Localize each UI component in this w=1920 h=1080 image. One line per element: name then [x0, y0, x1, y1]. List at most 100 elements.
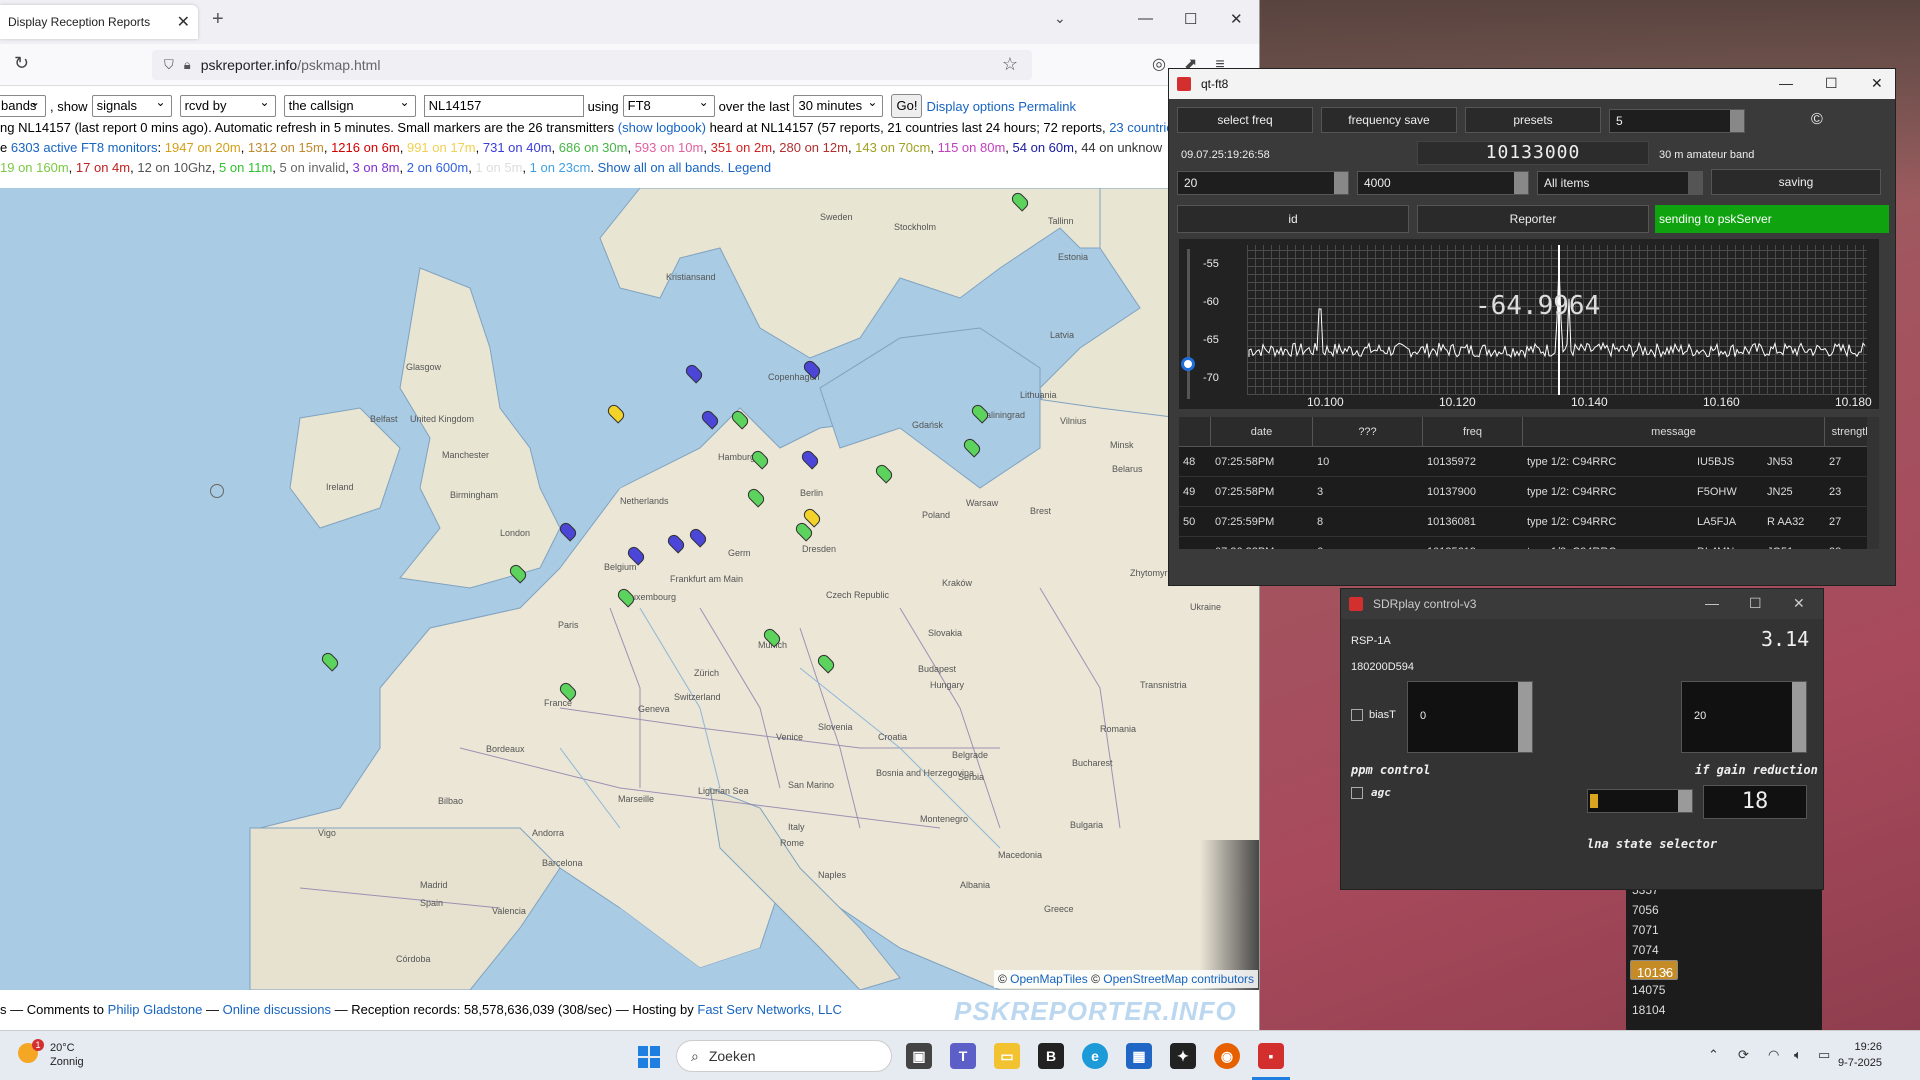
online-discussions-link[interactable]: Online discussions — [223, 1002, 331, 1017]
band-count-link[interactable]: 1216 on 6m — [331, 140, 400, 155]
agc-checkbox[interactable] — [1351, 787, 1363, 799]
start-icon[interactable] — [638, 1046, 660, 1068]
band-count-link[interactable]: 1 on 5m — [475, 160, 522, 175]
taskbar-search[interactable]: ⌕ Zoeken — [676, 1040, 892, 1072]
band-count-link[interactable]: 2 on 600m — [407, 160, 468, 175]
reporter-button[interactable]: Reporter — [1417, 205, 1649, 233]
clock[interactable]: 19:26 9-7-2025 — [1838, 1039, 1882, 1071]
battery-icon[interactable]: ▭ — [1818, 1047, 1830, 1063]
id-button[interactable]: id — [1177, 205, 1409, 233]
if-gain-slider-knob[interactable] — [1792, 682, 1806, 752]
band-count-link[interactable]: 5 on invalid — [280, 160, 346, 175]
band-count-link[interactable]: 991 on 17m — [407, 140, 476, 155]
close-icon[interactable]: ✕ — [1793, 595, 1805, 612]
chevron-up-icon[interactable]: ⌃ — [1708, 1047, 1719, 1063]
openstreetmap-link[interactable]: OpenStreetMap contributors — [1103, 972, 1254, 986]
band-count-link[interactable]: 1 on 23cm — [530, 160, 591, 175]
maximize-icon[interactable]: ☐ — [1825, 75, 1838, 92]
lna-slider[interactable] — [1587, 789, 1693, 813]
display-options-link[interactable]: Display options — [926, 99, 1014, 114]
tab-display-reception-reports[interactable]: Display Reception Reports ✕ — [0, 5, 198, 39]
list-item[interactable]: 7074 — [1626, 940, 1822, 960]
frequency-save-button[interactable]: frequency save — [1321, 107, 1457, 133]
qt-ft8-taskbar-icon[interactable]: ▪ — [1258, 1043, 1284, 1069]
bands-select[interactable]: bands — [0, 95, 46, 117]
close-icon[interactable]: ✕ — [1871, 75, 1883, 92]
file-explorer-icon[interactable]: ▭ — [994, 1043, 1020, 1069]
dropbox-icon[interactable]: ✦ — [1170, 1043, 1196, 1069]
legend-link[interactable]: Legend — [728, 160, 771, 175]
rcvd-select[interactable]: rcvd by — [179, 95, 276, 117]
lna-slider-knob[interactable] — [1678, 790, 1692, 812]
maximize-icon[interactable]: ☐ — [1184, 10, 1197, 28]
band-count-link[interactable]: 280 on 12m — [779, 140, 848, 155]
new-tab-icon[interactable]: + — [212, 8, 224, 31]
show-logbook-link[interactable]: (show logbook) — [618, 120, 706, 135]
band-count-link[interactable]: 593 on 10m — [635, 140, 704, 155]
wifi-icon[interactable]: ◠ — [1768, 1047, 1779, 1063]
period-select[interactable]: 30 minutes — [793, 95, 884, 117]
sync-icon[interactable]: ⟳ — [1738, 1047, 1749, 1063]
all-items-select[interactable]: All items — [1537, 171, 1703, 195]
permalink-link[interactable]: Permalink — [1018, 99, 1076, 114]
table-row[interactable]: 50 07:25:59PM 8 10136081 type 1/2: C94RRC LA5… — [1179, 507, 1879, 537]
band-count-link[interactable]: 12 on 10Ghz — [137, 160, 211, 175]
minimize-icon[interactable]: — — [1779, 75, 1793, 91]
header-freq[interactable]: freq — [1423, 417, 1523, 446]
saving-button[interactable]: saving — [1711, 169, 1881, 195]
reload-icon[interactable]: ↻ — [14, 53, 29, 74]
band-count-link[interactable]: 44 on unknow — [1081, 140, 1162, 155]
table-row[interactable]: 49 07:25:58PM 3 10137900 type 1/2: C94RRC F5O… — [1179, 477, 1879, 507]
field-4000[interactable]: 4000 — [1357, 171, 1529, 195]
field-20[interactable]: 20 — [1177, 171, 1349, 195]
band-count-link[interactable]: 1947 on 20m — [165, 140, 241, 155]
go-button[interactable]: Go! — [891, 94, 923, 118]
band-count-link[interactable]: 19 on 160m — [0, 160, 69, 175]
philip-gladstone-link[interactable]: Philip Gladstone — [108, 1002, 203, 1017]
address-bar[interactable]: ⛉ 🔒︎ pskreporter.info/pskmap.html ☆ — [152, 50, 1032, 80]
ppm-spinbox[interactable]: 0 — [1407, 681, 1533, 753]
hosting-link[interactable]: Fast Serv Networks, LLC — [697, 1002, 842, 1017]
table-row[interactable]: 48 07:25:58PM 10 10135972 type 1/2: C94RRC IU… — [1179, 447, 1879, 477]
header-unknown[interactable]: ??? — [1313, 417, 1423, 446]
table-row[interactable]: 07:26:28PM610135619type 1/2: C94RRCDL4MN… — [1179, 537, 1879, 550]
b-app-icon[interactable]: B — [1038, 1043, 1064, 1069]
ppm-slider-knob[interactable] — [1518, 682, 1532, 752]
presets-field[interactable]: 5 — [1609, 109, 1745, 133]
maximize-icon[interactable]: ☐ — [1749, 595, 1762, 612]
spectrum-scope[interactable]: -55 -60 -65 -70 -64.9964 10.100 10.120 1… — [1179, 239, 1879, 409]
close-tab-icon[interactable]: ✕ — [177, 12, 190, 32]
weather-widget[interactable]: 1 20°C Zonnig — [18, 1039, 84, 1069]
close-window-icon[interactable]: ✕ — [1230, 10, 1243, 28]
chevron-down-icon[interactable]: ⌄ — [1054, 10, 1066, 27]
presets-slider-knob[interactable] — [1730, 110, 1744, 132]
europe-map[interactable]: Sweden Stockholm Tallinn Estonia Latvia … — [0, 188, 1259, 990]
list-item[interactable]: 10136 — [1630, 960, 1679, 980]
table-scrollbar[interactable] — [1867, 417, 1879, 549]
list-item[interactable]: 14075 — [1626, 980, 1822, 1000]
show-all-bands-link[interactable]: Show all on all bands. — [598, 160, 724, 175]
volume-icon[interactable]: 🔈︎ — [1794, 1047, 1802, 1063]
select-freq-button[interactable]: select freq — [1177, 107, 1313, 133]
list-item[interactable]: 7056 — [1626, 900, 1822, 920]
store-icon[interactable]: ▦ — [1126, 1043, 1152, 1069]
header-date[interactable]: date — [1211, 417, 1313, 446]
select-arrow[interactable] — [1688, 172, 1702, 194]
openmaptiles-link[interactable]: OpenMapTiles — [1010, 972, 1088, 986]
slider-knob[interactable] — [1334, 172, 1348, 194]
band-count-link[interactable]: 1312 on 15m — [248, 140, 324, 155]
band-count-link[interactable]: 351 on 2m — [711, 140, 772, 155]
band-count-link[interactable]: 54 on 60m — [1013, 140, 1074, 155]
list-item[interactable]: 7071 — [1626, 920, 1822, 940]
header-message[interactable]: message — [1523, 417, 1825, 446]
list-item[interactable]: 18104 — [1626, 1000, 1822, 1020]
lock-icon[interactable]: 🔒︎ — [184, 57, 191, 73]
teams-icon[interactable]: T — [950, 1043, 976, 1069]
shield-icon[interactable]: ⛉ — [164, 57, 174, 73]
biasT-checkbox[interactable] — [1351, 709, 1363, 721]
if-gain-spinbox[interactable]: 20 — [1681, 681, 1807, 753]
presets-button[interactable]: presets — [1465, 107, 1601, 133]
decode-table[interactable]: date ??? freq message strength 48 07:25:5… — [1179, 417, 1879, 549]
band-count-link[interactable]: 143 on 70cm — [855, 140, 930, 155]
callsign-input[interactable]: NL14157 — [423, 95, 584, 117]
